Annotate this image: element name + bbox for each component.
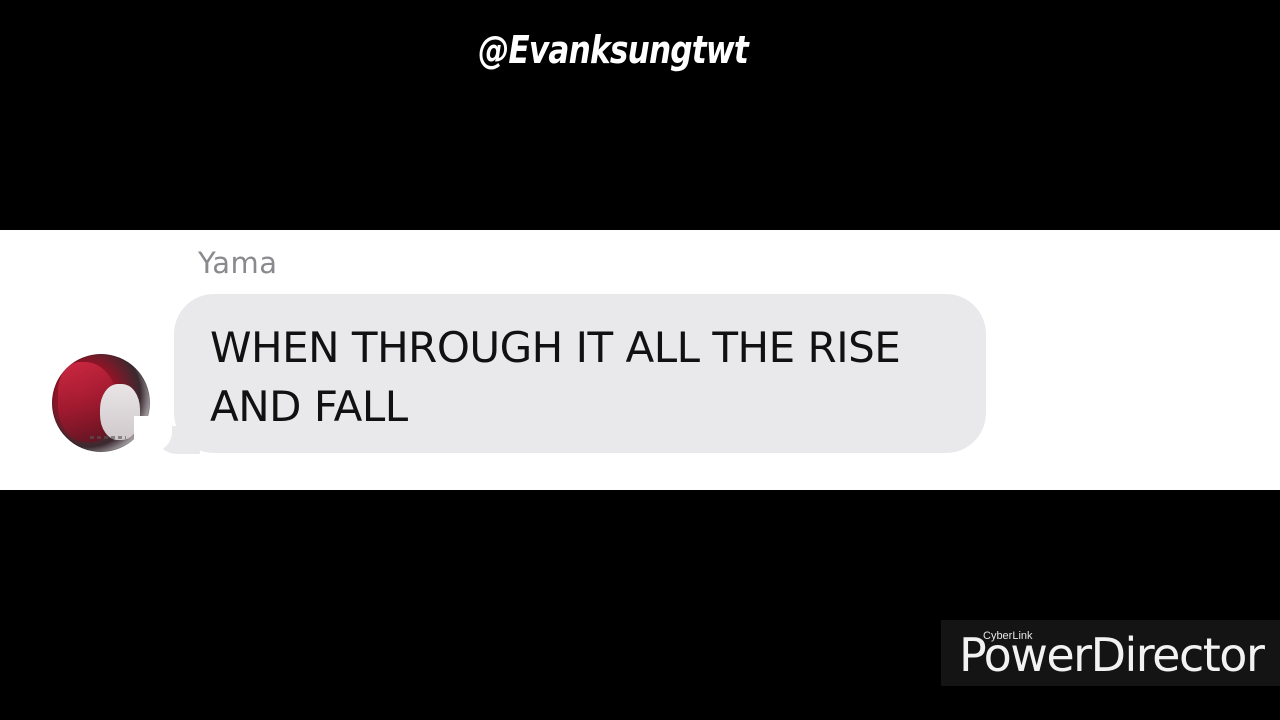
- message-text: WHEN THROUGH IT ALL THE RISE AND FALL: [210, 323, 901, 431]
- chat-strip: Yama WHEN THROUGH IT ALL THE RISE AND FA…: [0, 230, 1280, 490]
- sender-name: Yama: [198, 246, 278, 280]
- powerdirector-watermark: CyberLink PowerDirector: [941, 620, 1280, 686]
- avatar-mark: [90, 436, 126, 439]
- message-bubble[interactable]: WHEN THROUGH IT ALL THE RISE AND FALL: [174, 294, 986, 453]
- watermark-brand-big: PowerDirector: [959, 628, 1265, 682]
- handle-overlay: @Evanksungtwt: [478, 28, 749, 72]
